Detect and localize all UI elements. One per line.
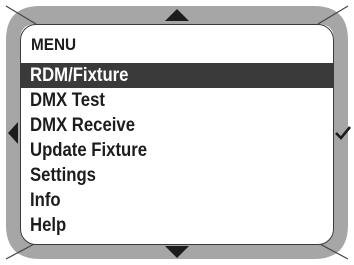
menu-item-label: Info: [30, 190, 61, 211]
menu-list: RDM/Fixture DMX Test DMX Receive Update …: [21, 63, 333, 238]
menu-item-rdm-fixture[interactable]: RDM/Fixture: [21, 63, 333, 88]
menu-item-label: RDM/Fixture: [30, 65, 129, 86]
triangle-up-icon: [165, 9, 189, 21]
menu-item-dmx-receive[interactable]: DMX Receive: [21, 113, 333, 138]
menu-item-update-fixture[interactable]: Update Fixture: [21, 138, 333, 163]
menu-item-label: Help: [30, 215, 67, 236]
lcd-screen: MENU RDM/Fixture DMX Test DMX Receive Up…: [20, 24, 334, 245]
menu-item-info[interactable]: Info: [21, 188, 333, 213]
menu-item-dmx-test[interactable]: DMX Test: [21, 88, 333, 113]
triangle-left-icon: [8, 122, 18, 144]
checkmark-icon: [335, 126, 352, 140]
menu-item-label: DMX Test: [30, 90, 105, 111]
up-button[interactable]: [160, 6, 194, 24]
menu-item-label: Update Fixture: [30, 140, 148, 161]
menu-item-label: Settings: [30, 165, 96, 186]
menu-item-settings[interactable]: Settings: [21, 163, 333, 188]
triangle-down-icon: [165, 246, 189, 258]
back-button[interactable]: [4, 118, 20, 148]
menu-title: MENU: [31, 35, 77, 54]
menu-item-label: DMX Receive: [30, 115, 136, 136]
menu-item-help[interactable]: Help: [21, 213, 333, 238]
down-button[interactable]: [160, 243, 194, 261]
confirm-button[interactable]: [334, 120, 352, 146]
